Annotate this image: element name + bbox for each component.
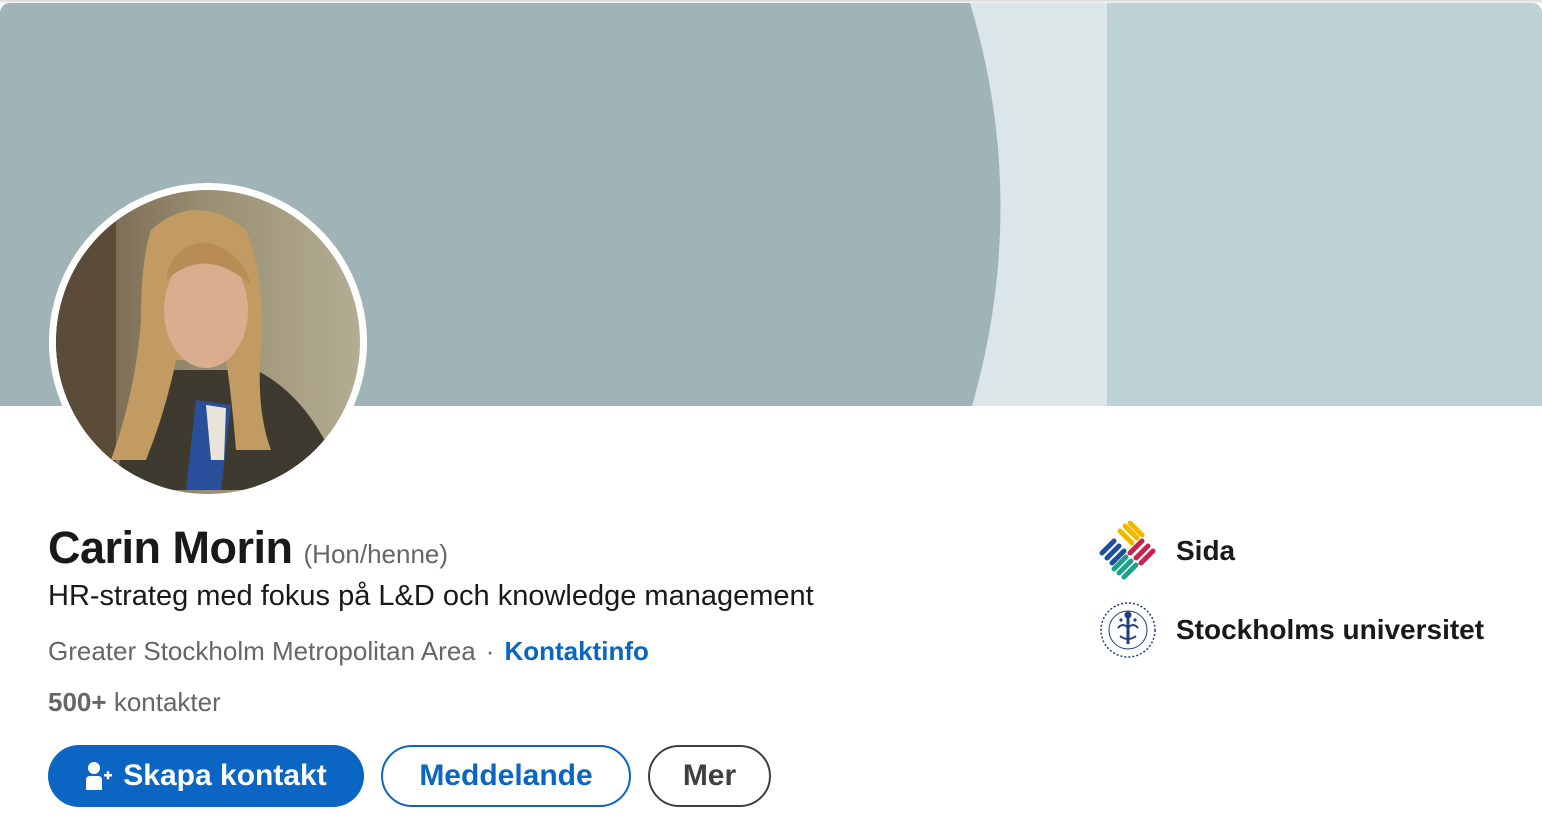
connections-label: kontakter bbox=[113, 687, 221, 717]
name-row: Carin Morin (Hon/henne) bbox=[48, 522, 448, 574]
location-row: Greater Stockholm Metropolitan Area · Ko… bbox=[48, 636, 649, 667]
message-label: Meddelande bbox=[419, 759, 593, 792]
more-button[interactable]: Mer bbox=[648, 745, 771, 807]
profile-pronouns: (Hon/henne) bbox=[303, 539, 449, 569]
org-stockholms-universitet-name: Stockholms universitet bbox=[1176, 614, 1485, 645]
profile-name: Carin Morin bbox=[48, 522, 293, 573]
org-sida[interactable]: Sida bbox=[1098, 521, 1235, 581]
separator-dot: · bbox=[485, 636, 495, 666]
stockholms-universitet-seal bbox=[1098, 600, 1158, 660]
org-stockholms-universitet[interactable]: Stockholms universitet bbox=[1098, 600, 1484, 660]
message-button[interactable]: Meddelande bbox=[381, 745, 631, 807]
connections-number: 500+ bbox=[48, 687, 107, 717]
connections-count[interactable]: 500+ kontakter bbox=[48, 687, 221, 718]
profile-card: Carin Morin (Hon/henne) HR-strateg med f… bbox=[0, 0, 1542, 836]
contact-info-link[interactable]: Kontaktinfo bbox=[504, 636, 648, 667]
profile-location: Greater Stockholm Metropolitan Area bbox=[48, 636, 476, 666]
add-person-icon bbox=[85, 761, 113, 791]
profile-headline: HR-strateg med fokus på L&D och knowledg… bbox=[48, 580, 814, 612]
org-sida-name: Sida bbox=[1176, 535, 1236, 566]
create-contact-label: Skapa kontakt bbox=[123, 759, 327, 792]
profile-photo[interactable] bbox=[49, 183, 367, 501]
sida-logo bbox=[1098, 521, 1158, 581]
more-label: Mer bbox=[682, 759, 737, 792]
create-contact-button[interactable]: Skapa kontakt bbox=[48, 745, 364, 807]
